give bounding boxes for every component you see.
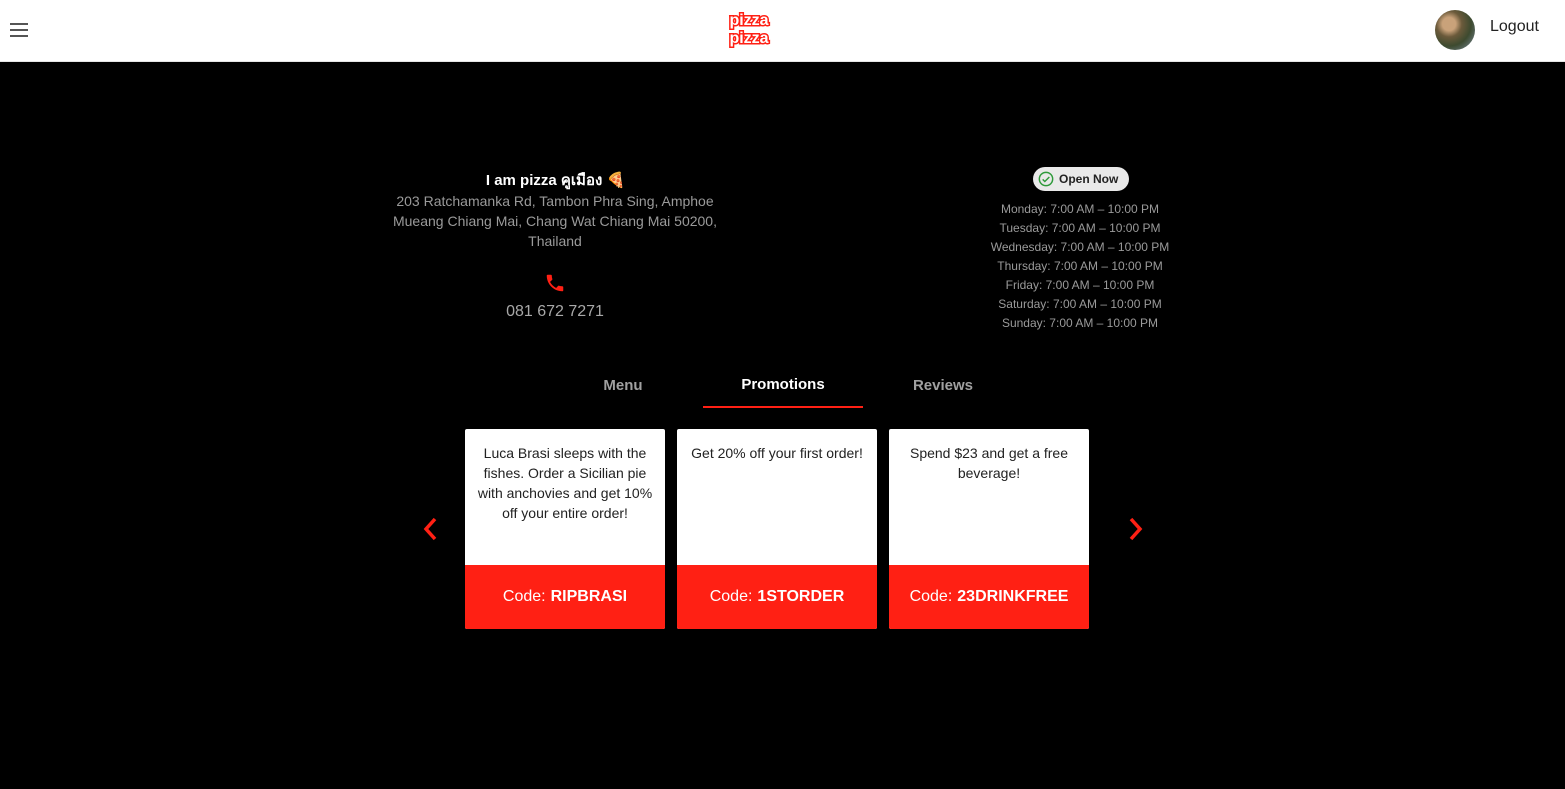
check-circle-icon <box>1038 171 1054 187</box>
tab-reviews[interactable]: Reviews <box>863 362 1023 408</box>
avatar[interactable] <box>1435 10 1475 50</box>
top-app-bar: pizza pizza Logout <box>0 0 1565 62</box>
restaurant-name: I am pizza คูเมือง 🍕 <box>485 172 626 189</box>
logo-text-bottom: pizza <box>729 30 768 47</box>
open-status-badge: Open Now <box>1033 167 1129 191</box>
menu-icon[interactable] <box>10 23 28 37</box>
opening-hours: Monday: 7:00 AM – 10:00 PM Tuesday: 7:00… <box>960 200 1200 333</box>
pizza-pizza-logo[interactable]: pizza pizza <box>724 8 774 49</box>
hours-monday: Monday: 7:00 AM – 10:00 PM <box>1000 202 1160 216</box>
promotion-code: 1STORDER <box>757 588 845 605</box>
tab-promotions[interactable]: Promotions <box>703 362 863 408</box>
chevron-right-icon[interactable] <box>1124 514 1148 544</box>
restaurant-phone[interactable]: 081 672 7271 <box>455 303 655 321</box>
promotion-code-prefix: Code: <box>502 588 546 605</box>
promotion-code-prefix: Code: <box>909 588 953 605</box>
tab-menu[interactable]: Menu <box>543 362 703 408</box>
hours-thursday: Thursday: 7:00 AM – 10:00 PM <box>997 259 1163 273</box>
hours-friday: Friday: 7:00 AM – 10:00 PM <box>1005 278 1155 292</box>
restaurant-address: 203 Ratchamanka Rd, Tambon Phra Sing, Am… <box>392 193 717 249</box>
hours-sunday: Sunday: 7:00 AM – 10:00 PM <box>1001 316 1159 330</box>
promotion-code: RIPBRASI <box>550 588 628 605</box>
promotion-description: Get 20% off your first order! <box>691 445 863 461</box>
promotion-code-button[interactable]: Code: 1STORDER <box>677 565 877 629</box>
hours-saturday: Saturday: 7:00 AM – 10:00 PM <box>998 297 1162 311</box>
logo-text-top: pizza <box>729 12 768 29</box>
promotion-description: Luca Brasi sleeps with the fishes. Order… <box>477 445 653 521</box>
promotion-card[interactable]: Get 20% off your first order! Code: 1STO… <box>677 429 877 629</box>
hours-tuesday: Tuesday: 7:00 AM – 10:00 PM <box>999 221 1161 235</box>
chevron-left-icon[interactable] <box>418 514 442 544</box>
logout-button[interactable]: Logout <box>1490 18 1539 36</box>
promotion-code: 23DRINKFREE <box>957 588 1069 605</box>
hours-wednesday: Wednesday: 7:00 AM – 10:00 PM <box>990 240 1170 254</box>
promotion-description: Spend $23 and get a free beverage! <box>909 445 1069 481</box>
promotion-card[interactable]: Luca Brasi sleeps with the fishes. Order… <box>465 429 665 629</box>
promotion-code-prefix: Code: <box>709 588 753 605</box>
phone-icon[interactable] <box>544 272 566 294</box>
restaurant-tabs: Menu Promotions Reviews <box>543 362 1023 410</box>
promotion-card[interactable]: Spend $23 and get a free beverage! Code:… <box>889 429 1089 629</box>
promotion-code-button[interactable]: Code: 23DRINKFREE <box>889 565 1089 629</box>
promotion-code-button[interactable]: Code: RIPBRASI <box>465 565 665 629</box>
open-status-label: Open Now <box>1059 172 1119 186</box>
